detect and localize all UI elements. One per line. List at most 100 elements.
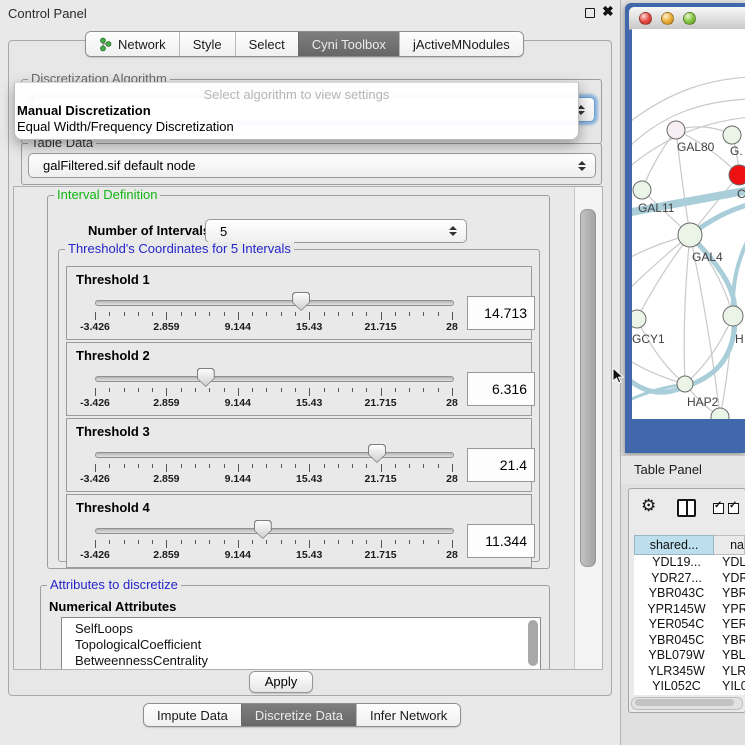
tick-mark (423, 388, 424, 392)
numerical-attributes-label: Numerical Attributes (49, 599, 176, 614)
threshold-value-field[interactable]: 21.4 (467, 448, 535, 482)
cell-shared-name: YLR345W (634, 664, 719, 680)
tick-mark (209, 540, 210, 544)
tick-mark (224, 312, 225, 316)
zoom-traffic-light-icon[interactable] (683, 12, 696, 25)
threshold-slider-track[interactable] (95, 452, 454, 458)
tab-jactivemnodules[interactable]: jActiveMNodules (399, 32, 523, 56)
tab-label: Discretize Data (255, 708, 343, 723)
table-panel-title: Table Panel (634, 462, 702, 477)
column-header-name[interactable]: na (714, 535, 745, 555)
scale-label: 9.144 (225, 473, 251, 485)
network-window-titlebar (629, 7, 745, 30)
threshold-value-field[interactable]: 11.344 (467, 524, 535, 558)
tick-mark (138, 464, 139, 468)
tab-label: Infer Network (370, 708, 447, 723)
network-node[interactable] (633, 181, 651, 199)
tick-mark (338, 388, 339, 392)
tick-mark (395, 540, 396, 544)
network-canvas[interactable]: GAL80G.CGAL11GAL4GCY1HHAP2 (632, 29, 745, 419)
network-node[interactable] (677, 376, 693, 392)
threshold-value-field[interactable]: 14.713 (467, 296, 535, 330)
network-node[interactable] (632, 310, 646, 328)
attributes-group: Attributes to discretize Numerical Attri… (40, 585, 550, 670)
scale-label: 28 (446, 473, 458, 485)
tick-mark (166, 540, 167, 548)
tab-label: Impute Data (157, 708, 228, 723)
tick-mark (295, 312, 296, 316)
threshold-slider-track[interactable] (95, 528, 454, 534)
tab-discretize-data[interactable]: Discretize Data (241, 704, 356, 726)
scale-label: 21.715 (365, 321, 397, 333)
tick-mark (266, 312, 267, 316)
columns-icon[interactable] (677, 499, 696, 517)
scale-label: 2.859 (153, 473, 179, 485)
table-data-combobox[interactable]: galFiltered.sif default node (28, 153, 596, 178)
tab-infer-network[interactable]: Infer Network (356, 704, 460, 726)
attributes-group-title: Attributes to discretize (47, 578, 181, 592)
table-row[interactable]: YIL052CYIL0 (634, 679, 745, 695)
numerical-attributes-list[interactable]: SelfLoopsTopologicalCoefficientBetweenne… (61, 617, 541, 670)
table-row[interactable]: YLR345WYLR3 (634, 664, 745, 680)
horizontal-scrollbar-track[interactable] (631, 697, 743, 710)
threshold-slider-handle[interactable] (292, 292, 310, 311)
table-row[interactable]: YBL079WYBL0 (634, 648, 745, 664)
tab-impute-data[interactable]: Impute Data (144, 704, 241, 726)
scale-label: -3.426 (80, 397, 110, 409)
threshold-slider-handle[interactable] (368, 444, 386, 463)
checkbox-icon[interactable] (728, 503, 739, 514)
number-of-intervals-combobox[interactable]: 5 (205, 219, 467, 243)
tick-mark (281, 540, 282, 544)
checkbox-icon[interactable] (713, 503, 724, 514)
close-traffic-light-icon[interactable] (639, 12, 652, 25)
algorithm-option[interactable]: Manual Discretization (17, 103, 576, 119)
scale-label: 2.859 (153, 321, 179, 333)
minimize-traffic-light-icon[interactable] (661, 12, 674, 25)
float-window-icon[interactable] (585, 8, 595, 18)
tick-mark (423, 312, 424, 316)
tick-mark (366, 312, 367, 316)
table-row[interactable]: YPR145WYPR1 (634, 602, 745, 618)
threshold-value-field[interactable]: 6.316 (467, 372, 535, 406)
tab-style[interactable]: Style (179, 32, 235, 56)
network-node[interactable] (723, 126, 741, 144)
table-row[interactable]: YDR27...YDR2 (634, 571, 745, 587)
tick-mark (295, 464, 296, 468)
attribute-item[interactable]: SelfLoops (62, 618, 540, 637)
table-row[interactable]: YBR045CYBR0 (634, 633, 745, 649)
tab-select[interactable]: Select (235, 32, 298, 56)
tick-mark (438, 464, 439, 468)
tick-mark (166, 312, 167, 320)
threshold-slider-handle[interactable] (254, 520, 272, 539)
network-node[interactable] (667, 121, 685, 139)
network-node[interactable] (711, 408, 729, 419)
tab-cyni-toolbox[interactable]: Cyni Toolbox (298, 32, 399, 56)
close-icon[interactable]: ✖ (602, 4, 614, 18)
threshold-slider-track[interactable] (95, 376, 454, 382)
network-node[interactable] (729, 165, 745, 185)
apply-button[interactable]: Apply (249, 671, 313, 693)
vertical-scrollbar-track[interactable] (574, 187, 602, 669)
algorithm-option[interactable]: Equal Width/Frequency Discretization (17, 119, 576, 135)
tick-mark (238, 540, 239, 548)
table-row[interactable]: YDL19...YDL1 (634, 555, 745, 571)
table-row[interactable]: YER054CYER0 (634, 617, 745, 633)
attribute-item[interactable]: TopologicalCoefficient (62, 637, 540, 653)
tab-network[interactable]: Network (86, 32, 179, 56)
network-node[interactable] (678, 223, 702, 247)
gear-icon[interactable]: ⚙ (641, 496, 656, 515)
network-view-window[interactable]: GAL80G.CGAL11GAL4GCY1HHAP2 (625, 3, 745, 453)
table-row[interactable]: YBR043CYBR0 (634, 586, 745, 602)
vertical-scrollbar-thumb[interactable] (580, 209, 596, 567)
column-header-shared-name[interactable]: shared... (634, 535, 714, 555)
horizontal-scrollbar-thumb[interactable] (635, 699, 734, 706)
attribute-item[interactable]: BetweennessCentrality (62, 653, 540, 669)
tick-mark (224, 540, 225, 544)
table-data-group: Table Data galFiltered.sif default node (21, 143, 602, 185)
combo-arrows-icon (578, 161, 586, 171)
thresholds-group-title: Threshold's Coordinates for 5 Intervals (65, 242, 294, 256)
network-node[interactable] (723, 306, 743, 326)
threshold-slider-handle[interactable] (197, 368, 215, 387)
threshold-slider-track[interactable] (95, 300, 454, 306)
list-scrollbar-thumb[interactable] (528, 620, 538, 666)
